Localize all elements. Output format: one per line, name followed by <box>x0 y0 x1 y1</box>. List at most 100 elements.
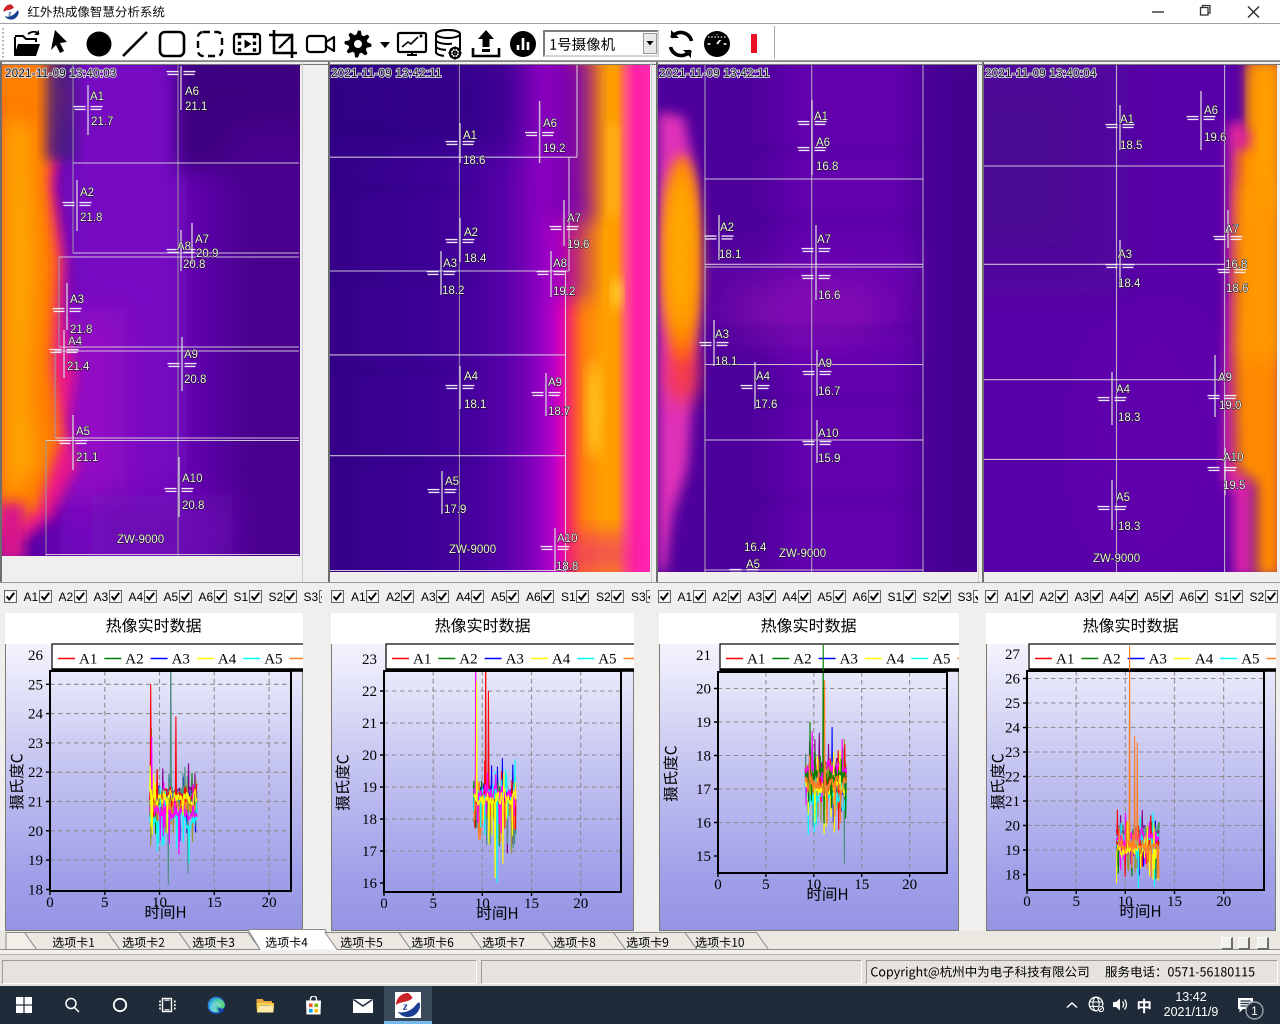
svg-text:z: z <box>8 10 12 18</box>
svg-text:18.7: 18.7 <box>548 406 570 418</box>
svg-text:A4: A4 <box>886 652 905 668</box>
svg-text:A3: A3 <box>1149 652 1167 668</box>
svg-text:18.1: 18.1 <box>715 356 737 368</box>
svg-text:A1: A1 <box>413 652 431 668</box>
svg-text:A8: A8 <box>553 258 567 270</box>
svg-text:A5: A5 <box>598 652 616 668</box>
svg-text:A7: A7 <box>1225 224 1239 236</box>
svg-text:A1: A1 <box>463 130 477 142</box>
svg-text:2021-11-09 13:40:03: 2021-11-09 13:40:03 <box>5 68 117 80</box>
svg-text:23: 23 <box>362 652 377 668</box>
svg-text:A2: A2 <box>464 227 478 239</box>
svg-text:A3: A3 <box>443 258 457 270</box>
svg-text:26: 26 <box>28 648 44 664</box>
svg-text:26: 26 <box>1005 672 1021 688</box>
svg-text:19: 19 <box>28 853 43 869</box>
svg-text:A2: A2 <box>793 652 811 668</box>
svg-text:A1: A1 <box>814 111 828 123</box>
svg-text:A2: A2 <box>1102 652 1120 668</box>
svg-text:A5: A5 <box>932 652 950 668</box>
svg-text:A1: A1 <box>1120 114 1134 126</box>
svg-text:20: 20 <box>362 748 377 764</box>
svg-text:18.3: 18.3 <box>1118 521 1140 533</box>
svg-text:A1: A1 <box>747 652 765 668</box>
svg-text:A9: A9 <box>1218 372 1232 384</box>
svg-text:18: 18 <box>1005 868 1020 884</box>
svg-text:16.4: 16.4 <box>744 542 767 554</box>
svg-text:21.1: 21.1 <box>185 101 207 113</box>
svg-text:16.6: 16.6 <box>818 290 840 302</box>
svg-text:27: 27 <box>1005 647 1021 663</box>
svg-text:A3: A3 <box>1118 249 1132 261</box>
svg-text:20: 20 <box>262 895 277 911</box>
svg-text:0: 0 <box>46 895 54 911</box>
svg-text:A7: A7 <box>567 213 581 225</box>
svg-text:A5: A5 <box>1241 652 1259 668</box>
svg-text:19.2: 19.2 <box>543 143 565 155</box>
svg-text:A5: A5 <box>76 426 90 438</box>
svg-text:21.4: 21.4 <box>67 361 90 373</box>
svg-text:20: 20 <box>1005 819 1020 835</box>
svg-text:5: 5 <box>1072 894 1080 910</box>
svg-text:A4: A4 <box>1116 384 1131 396</box>
svg-text:1: 1 <box>1251 1004 1258 1018</box>
svg-text:15: 15 <box>854 877 869 893</box>
svg-text:5: 5 <box>429 896 437 912</box>
svg-text:15.9: 15.9 <box>818 453 840 465</box>
svg-text:A3: A3 <box>715 329 729 341</box>
svg-text:20: 20 <box>902 877 917 893</box>
svg-text:A5: A5 <box>445 476 459 488</box>
svg-text:A2: A2 <box>459 652 477 668</box>
svg-text:22: 22 <box>362 684 377 700</box>
svg-text:A9: A9 <box>818 358 832 370</box>
svg-text:A10: A10 <box>182 473 202 485</box>
svg-text:A2: A2 <box>80 187 94 199</box>
svg-text:z: z <box>402 1001 408 1013</box>
svg-text:A10: A10 <box>1223 452 1243 464</box>
svg-text:15: 15 <box>696 849 711 865</box>
svg-text:19.0: 19.0 <box>1219 400 1241 412</box>
svg-text:A9: A9 <box>184 349 198 361</box>
svg-text:22: 22 <box>28 765 43 781</box>
svg-text:18.4: 18.4 <box>464 253 487 265</box>
svg-text:A5: A5 <box>264 652 282 668</box>
svg-text:25: 25 <box>28 677 43 693</box>
svg-text:A1: A1 <box>79 652 97 668</box>
svg-text:A7: A7 <box>195 234 209 246</box>
svg-text:16.8: 16.8 <box>816 161 838 173</box>
svg-text:18.8: 18.8 <box>556 561 578 572</box>
svg-text:25: 25 <box>1005 696 1020 712</box>
svg-text:A2: A2 <box>720 222 734 234</box>
svg-text:A3: A3 <box>506 652 524 668</box>
svg-text:21.8: 21.8 <box>80 212 102 224</box>
svg-text:A5: A5 <box>1116 492 1130 504</box>
svg-text:21: 21 <box>696 648 711 664</box>
svg-text:15: 15 <box>1167 894 1182 910</box>
svg-text:2021-11-09 13:42:11: 2021-11-09 13:42:11 <box>659 68 770 80</box>
svg-text:23: 23 <box>28 736 43 752</box>
svg-text:15: 15 <box>207 895 222 911</box>
svg-text:18.3: 18.3 <box>1118 412 1140 424</box>
svg-text:20: 20 <box>28 824 43 840</box>
svg-text:21.1: 21.1 <box>76 452 98 464</box>
svg-text:19.5: 19.5 <box>1223 480 1245 492</box>
svg-text:A4: A4 <box>756 371 771 383</box>
svg-text:A4: A4 <box>218 652 237 668</box>
svg-text:20: 20 <box>1216 894 1231 910</box>
svg-text:A10: A10 <box>557 533 577 545</box>
svg-text:19: 19 <box>1005 843 1020 859</box>
svg-text:15: 15 <box>524 896 539 912</box>
svg-text:21.7: 21.7 <box>91 116 113 128</box>
svg-text:A4: A4 <box>1195 652 1214 668</box>
svg-text:17: 17 <box>362 844 378 860</box>
svg-text:A6: A6 <box>543 118 557 130</box>
svg-text:A7: A7 <box>817 234 831 246</box>
svg-text:18.2: 18.2 <box>442 285 464 297</box>
svg-text:A2: A2 <box>125 652 143 668</box>
svg-text:2021-11-09 13:42:11: 2021-11-09 13:42:11 <box>331 68 442 80</box>
svg-text:16: 16 <box>362 876 378 892</box>
svg-text:A4: A4 <box>68 336 83 348</box>
svg-text:18.6: 18.6 <box>463 155 485 167</box>
svg-text:18.4: 18.4 <box>1118 278 1141 290</box>
svg-text:ZW-9000: ZW-9000 <box>117 534 164 546</box>
